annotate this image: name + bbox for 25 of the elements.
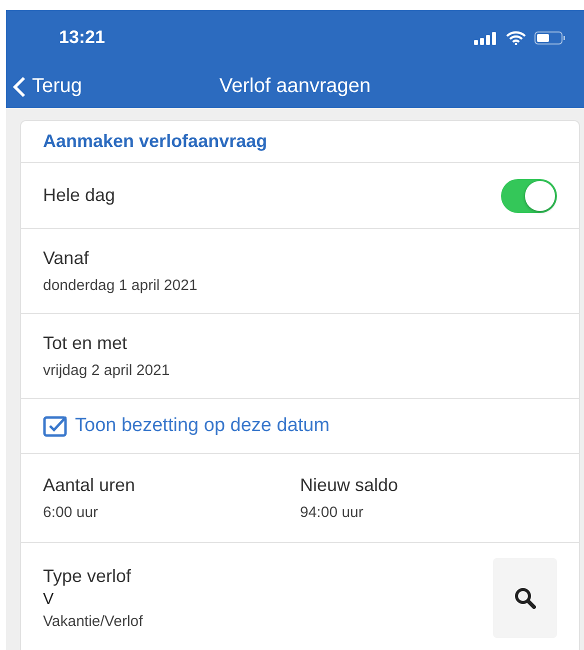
page-title: Verlof aanvragen bbox=[219, 75, 371, 97]
search-icon[interactable] bbox=[513, 586, 537, 610]
leave-type-description: Vakantie/Verlof bbox=[43, 613, 144, 630]
hours-value: 6:00 uur bbox=[43, 504, 100, 521]
date-label: Tot en met bbox=[43, 333, 128, 354]
date-label: Vanaf bbox=[43, 248, 89, 269]
whole-day-label: Hele dag bbox=[43, 185, 116, 206]
signal-icon bbox=[474, 30, 498, 44]
search-button[interactable] bbox=[493, 558, 557, 638]
checkbox-label[interactable]: Toon bezetting op deze datum bbox=[75, 415, 330, 437]
balance-label: Nieuw saldo bbox=[300, 475, 400, 496]
checkbox[interactable] bbox=[43, 415, 69, 437]
balance-value: 94:00 uur bbox=[300, 504, 364, 521]
back-button[interactable]: Terug bbox=[6, 74, 88, 99]
wifi-icon bbox=[506, 30, 526, 44]
status-time: 13:21 bbox=[59, 27, 106, 48]
leave-type-label: Type verlof bbox=[43, 566, 132, 587]
back-chevron-icon[interactable] bbox=[12, 76, 26, 98]
section-title: Aanmaken verlofaanvraag bbox=[43, 131, 268, 152]
date-value[interactable]: vrijdag 2 april 2021 bbox=[43, 362, 170, 379]
leave-type-code: V bbox=[43, 591, 55, 609]
date-value[interactable]: donderdag 1 april 2021 bbox=[43, 277, 198, 294]
toggle-switch[interactable] bbox=[501, 178, 557, 212]
hours-label: Aantal uren bbox=[43, 475, 136, 496]
battery-icon bbox=[534, 30, 566, 44]
